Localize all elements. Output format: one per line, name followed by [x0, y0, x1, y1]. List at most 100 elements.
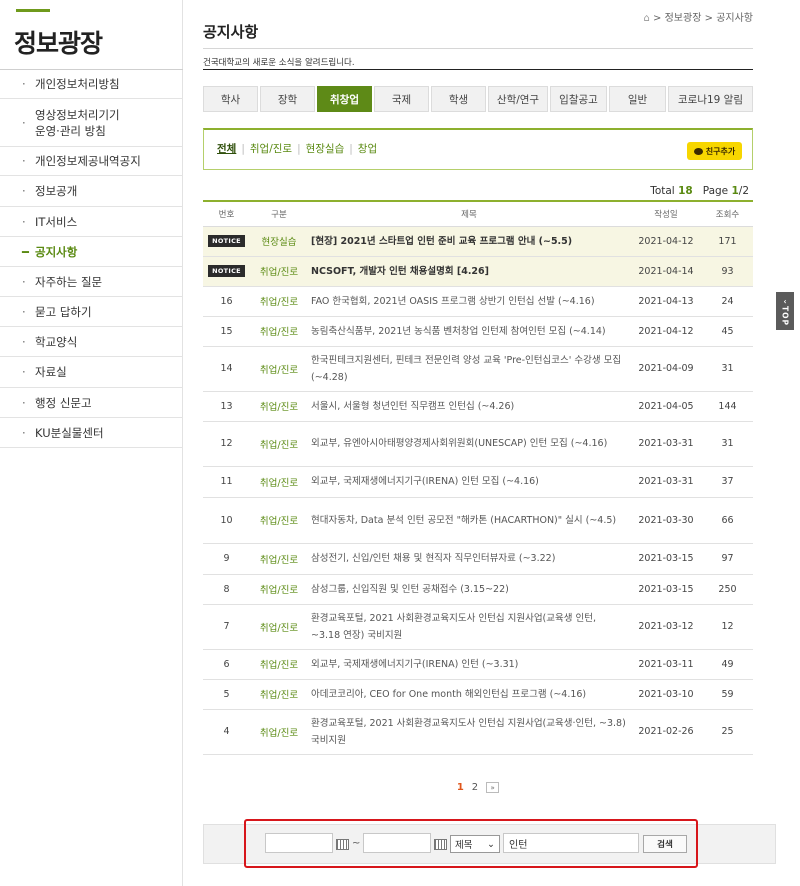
sidebar: 정보광장 · 개인정보처리방침 · 영상정보처리기기 운영·관리 방침 · 개인정보제…	[0, 0, 183, 886]
filter-career[interactable]: 취업/진로	[250, 143, 292, 155]
cell-number: 7	[203, 604, 250, 650]
board-count: Total 18 Page 1/2	[650, 185, 749, 197]
subcategory-filter: 전체 | 취업/진로 | 현장실습 | 창업 친구추가	[203, 128, 753, 170]
table-row[interactable]: 5 취업/진로 아데코코리아, CEO for One month 해외인턴십 프로…	[203, 679, 753, 710]
filter-all[interactable]: 전체	[217, 143, 236, 155]
sidebar-item-label: 개인정보제공내역공지	[35, 154, 141, 168]
page-1-link[interactable]: 1	[457, 782, 464, 793]
cell-title-link[interactable]: 농림축산식품부, 2021년 농식품 벤처창업 인턴제 참여인턴 모집 (~4.…	[308, 316, 630, 347]
cell-title-link[interactable]: 삼성그룹, 신입직원 및 인턴 공채접수 (3.15~22)	[308, 574, 630, 605]
notice-badge: NOTICE	[208, 265, 245, 277]
cell-views: 59	[702, 679, 753, 710]
filter-field-practice[interactable]: 현장실습	[306, 143, 345, 155]
total-count: 18	[678, 185, 693, 197]
cell-category: 취업/진로	[250, 256, 308, 287]
table-row[interactable]: 13 취업/진로 서울시, 서울형 청년인턴 직무캠프 인턴십 (~4.26) 202…	[203, 391, 753, 422]
bullet-icon: ·	[22, 365, 26, 379]
active-bullet-icon: ━	[22, 244, 29, 259]
sidebar-item-forms[interactable]: · 학교양식	[0, 327, 183, 357]
cell-title-link[interactable]: 서울시, 서울형 청년인턴 직무캠프 인턴십 (~4.26)	[308, 391, 630, 422]
table-row[interactable]: 8 취업/진로 삼성그룹, 신입직원 및 인턴 공채접수 (3.15~22) 2021…	[203, 574, 753, 605]
tab-international[interactable]: 국제	[374, 86, 429, 112]
table-row[interactable]: 6 취업/진로 외교부, 국제재생에너지기구(IRENA) 인턴 (~3.31) 20…	[203, 649, 753, 680]
sidebar-item-archive[interactable]: · 자료실	[0, 357, 183, 388]
notice-row[interactable]: NOTICE 현장실습 [현장] 2021년 스타트업 인턴 준비 교육 프로그램 …	[203, 226, 753, 257]
home-icon[interactable]: ⌂	[643, 13, 649, 24]
sidebar-item-faq[interactable]: · 자주하는 질문	[0, 267, 183, 297]
sidebar-item-label: 행정 신문고	[35, 395, 92, 410]
cell-number: NOTICE	[203, 256, 250, 287]
page-title: 공지사항	[203, 23, 259, 41]
bullet-icon: ·	[22, 214, 26, 229]
tab-bidding[interactable]: 입찰공고	[550, 86, 607, 112]
cell-title-link[interactable]: 현대자동차, Data 분석 인턴 공모전 "해카톤 (HACARTHON)" …	[308, 497, 630, 544]
sidebar-item-privacy-disclosure[interactable]: · 개인정보제공내역공지	[0, 147, 183, 176]
table-row[interactable]: 14 취업/진로 한국핀테크지원센터, 핀테크 전문인력 양성 교육 'Pre-인턴…	[203, 346, 753, 392]
page-2-link[interactable]: 2	[472, 782, 478, 793]
cell-title-link[interactable]: FAO 한국협회, 2021년 OASIS 프로그램 상반기 인턴십 선발 (~…	[308, 286, 630, 317]
tab-academic[interactable]: 학사	[203, 86, 258, 112]
table-row[interactable]: 16 취업/진로 FAO 한국협회, 2021년 OASIS 프로그램 상반기 인턴…	[203, 286, 753, 317]
filter-startup[interactable]: 창업	[358, 143, 377, 155]
cell-views: 93	[702, 256, 753, 287]
cell-category: 취업/진로	[250, 316, 308, 347]
table-row[interactable]: 12 취업/진로 외교부, 유엔아시아태평양경제사회위원회(UNESCAP) 인턴 …	[203, 421, 753, 467]
table-row[interactable]: 9 취업/진로 삼성전기, 신입/인턴 채용 및 현직자 직무인터뷰자료 (~3.2…	[203, 543, 753, 575]
cell-title-link[interactable]: [현장] 2021년 스타트업 인턴 준비 교육 프로그램 안내 (~5.5)	[308, 226, 630, 257]
sidebar-menu: · 개인정보처리방침 · 영상정보처리기기 운영·관리 방침 · 개인정보제공내역공지…	[0, 69, 183, 448]
cell-title-link[interactable]: 외교부, 국제재생에너지기구(IRENA) 인턴 모집 (~4.16)	[308, 466, 630, 498]
table-row[interactable]: 4 취업/진로 환경교육포털, 2021 사회환경교육지도사 인턴십 지원사업(교육…	[203, 709, 753, 755]
table-row[interactable]: 15 취업/진로 농림축산식품부, 2021년 농식품 벤처창업 인턴제 참여인턴 …	[203, 316, 753, 347]
tab-industry-research[interactable]: 산학/연구	[488, 86, 548, 112]
table-row[interactable]: 7 취업/진로 환경교육포털, 2021 사회환경교육지도사 인턴십 지원사업(교육…	[203, 604, 753, 650]
sidebar-item-notice[interactable]: ━ 공지사항	[0, 237, 183, 267]
cell-category: 취업/진로	[250, 421, 308, 467]
search-panel: ~ 제목 ⌄ 검색	[203, 819, 776, 868]
sidebar-item-admin-petition[interactable]: · 행정 신문고	[0, 388, 183, 418]
table-row[interactable]: 10 취업/진로 현대자동차, Data 분석 인턴 공모전 "해카톤 (HACAR…	[203, 497, 753, 544]
notice-badge: NOTICE	[208, 235, 245, 247]
bullet-icon: ·	[22, 395, 26, 410]
scroll-top-button[interactable]: ‹ TOP	[776, 292, 794, 330]
sidebar-item-label: 자료실	[35, 365, 67, 379]
next-page-icon[interactable]: »	[486, 782, 500, 793]
tab-student[interactable]: 학생	[431, 86, 486, 112]
cell-title-link[interactable]: 환경교육포털, 2021 사회환경교육지도사 인턴십 지원사업(교육생·인턴, …	[308, 709, 630, 755]
breadcrumb-item[interactable]: 정보광장	[665, 13, 702, 24]
cell-views: 250	[702, 574, 753, 605]
sidebar-item-privacy-policy[interactable]: · 개인정보처리방침	[0, 70, 183, 99]
cell-category: 현장실습	[250, 226, 308, 257]
sidebar-item-it-service[interactable]: · IT서비스	[0, 207, 183, 237]
tab-scholarship[interactable]: 장학	[260, 86, 315, 112]
table-row[interactable]: 11 취업/진로 외교부, 국제재생에너지기구(IRENA) 인턴 모집 (~4.1…	[203, 466, 753, 498]
sidebar-item-cctv-policy[interactable]: · 영상정보처리기기 운영·관리 방침	[0, 99, 183, 147]
sidebar-item-info-disclosure[interactable]: · 정보공개	[0, 176, 183, 207]
tab-employment[interactable]: 취창업	[317, 86, 372, 112]
search-highlight-box	[244, 819, 698, 868]
sidebar-item-lost-found[interactable]: · KU분실물센터	[0, 418, 183, 448]
sidebar-item-label: 학교양식	[35, 334, 78, 349]
sidebar-item-label: 영상정보처리기기 운영·관리 방침	[35, 107, 120, 138]
cell-date: 2021-02-26	[630, 709, 702, 755]
sidebar-item-label: 묻고 답하기	[35, 304, 92, 319]
cell-title-link[interactable]: NCSOFT, 개발자 인턴 채용설명회 [4.26]	[308, 256, 630, 287]
cell-title-link[interactable]: 외교부, 유엔아시아태평양경제사회위원회(UNESCAP) 인턴 모집 (~4.…	[308, 421, 630, 467]
cell-date: 2021-04-12	[630, 226, 702, 257]
col-date: 작성일	[630, 202, 702, 227]
cell-title-link[interactable]: 환경교육포털, 2021 사회환경교육지도사 인턴십 지원사업(교육생 인턴, …	[308, 604, 630, 650]
cell-date: 2021-03-30	[630, 497, 702, 544]
sidebar-item-qna[interactable]: · 묻고 답하기	[0, 297, 183, 327]
table-body: NOTICE 현장실습 [현장] 2021년 스타트업 인턴 준비 교육 프로그램 …	[203, 226, 753, 755]
notice-row[interactable]: NOTICE 취업/진로 NCSOFT, 개발자 인턴 채용설명회 [4.26] 20…	[203, 256, 753, 287]
col-title: 제목	[308, 202, 630, 227]
cell-title-link[interactable]: 삼성전기, 신입/인턴 채용 및 현직자 직무인터뷰자료 (~3.22)	[308, 543, 630, 575]
cell-number: NOTICE	[203, 226, 250, 257]
kakao-add-friend-button[interactable]: 친구추가	[687, 142, 742, 160]
cell-title-link[interactable]: 한국핀테크지원센터, 핀테크 전문인력 양성 교육 'Pre-인턴십코스' 수강…	[308, 346, 630, 392]
cell-title-link[interactable]: 외교부, 국제재생에너지기구(IRENA) 인턴 (~3.31)	[308, 649, 630, 680]
tab-covid19[interactable]: 코로나19 알림	[668, 86, 753, 112]
tab-general[interactable]: 일반	[609, 86, 666, 112]
cell-views: 31	[702, 346, 753, 392]
cell-title-link[interactable]: 아데코코리아, CEO for One month 해외인턴십 프로그램 (~4…	[308, 679, 630, 710]
cell-number: 9	[203, 543, 250, 575]
